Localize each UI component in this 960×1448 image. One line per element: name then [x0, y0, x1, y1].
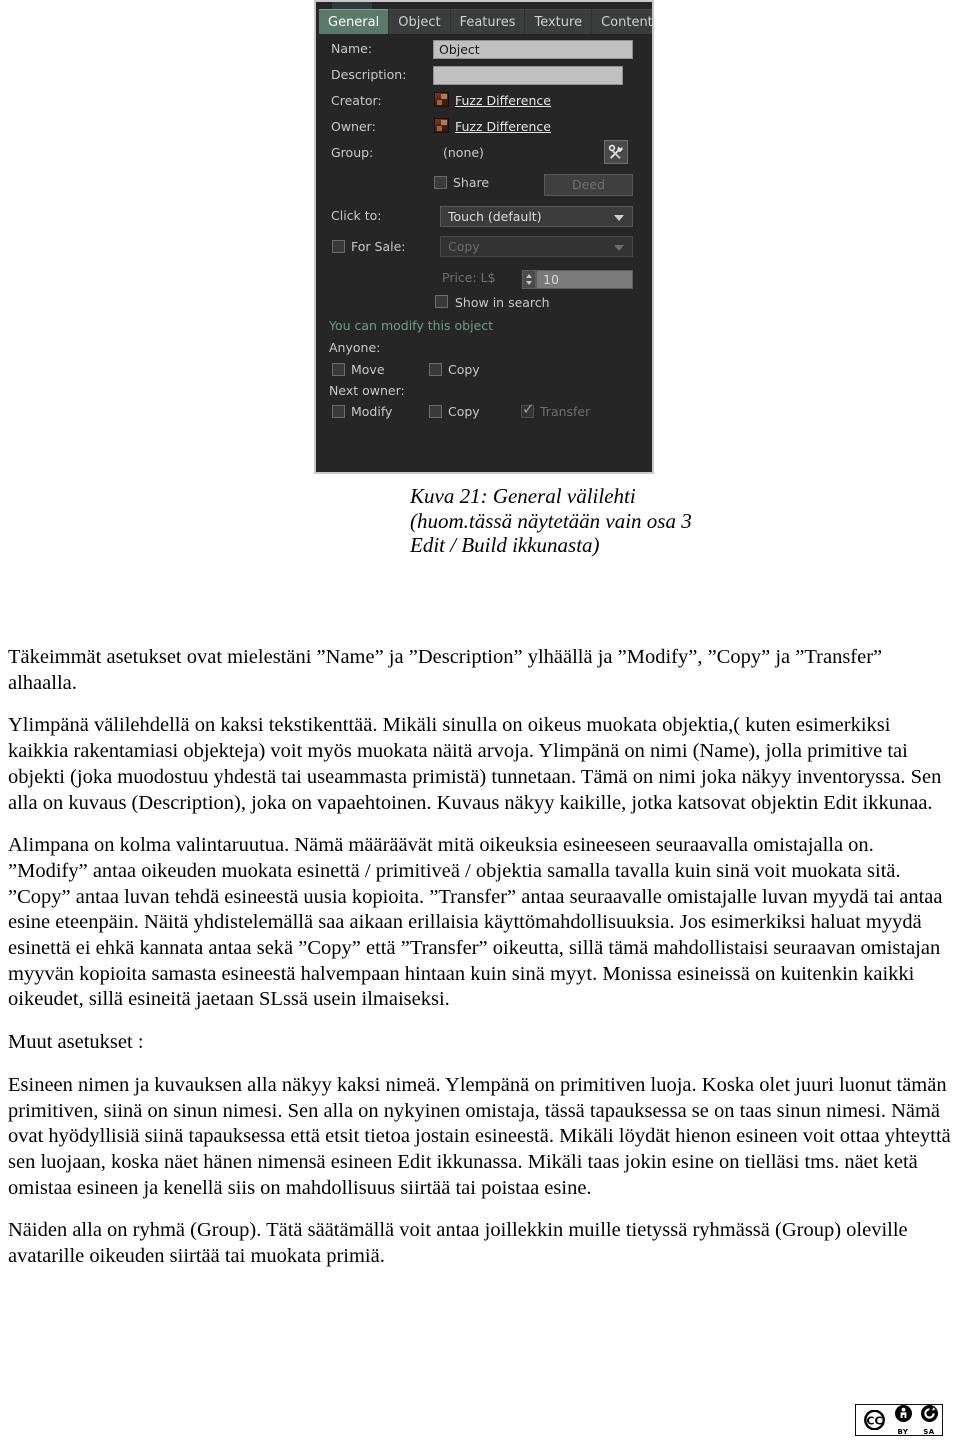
cc-sa-icon-cell: SA	[916, 1405, 942, 1435]
stepper-down-icon	[526, 281, 532, 285]
name-input[interactable]: Object	[433, 40, 633, 59]
show-in-search-label: Show in search	[455, 295, 550, 310]
anyone-copy-checkbox[interactable]	[429, 363, 442, 376]
description-input[interactable]	[433, 66, 623, 85]
anyone-move-label: Move	[351, 362, 385, 377]
tab-strip: General Object Features Texture Content	[319, 9, 652, 34]
next-owner-transfer-label: Transfer	[540, 404, 591, 419]
sa-arrow-icon	[920, 1405, 938, 1422]
anyone-label: Anyone:	[329, 340, 381, 355]
tab-general-label: General	[328, 14, 380, 30]
show-in-search-checkbox[interactable]	[435, 295, 448, 308]
for-sale-label: For Sale:	[351, 239, 406, 254]
share-alike-icon	[920, 1405, 939, 1427]
caption-line-2: (huom.tässä näytetään vain osa 3	[410, 508, 692, 533]
edit-window-panel: General Object Features Texture Content …	[316, 2, 652, 472]
paragraph-2: Ylimpänä välilehdellä on kaksi tekstiken…	[8, 714, 942, 814]
tab-features[interactable]: Features	[450, 9, 525, 34]
paragraph-1: Täkeimmät asetukset ovat mielestäni ”Nam…	[8, 646, 883, 694]
sale-type-dropdown[interactable]: Copy	[440, 236, 633, 257]
caption-line-3: Edit / Build ikkunasta)	[410, 533, 600, 557]
stepper-up-icon	[526, 274, 532, 278]
name-label: Name:	[331, 41, 373, 56]
paragraph-5: Esineen nimen ja kuvauksen alla näkyy ka…	[8, 1073, 951, 1199]
checkmark-icon: ✓	[522, 400, 535, 418]
cc-by-icon-cell: BY	[890, 1405, 916, 1435]
document-body: Täkeimmät asetukset ovat mielestäni ”Nam…	[8, 645, 952, 1270]
creator-name-link[interactable]: Fuzz Difference	[455, 93, 551, 109]
sale-type-value: Copy	[448, 239, 480, 254]
by-person-icon	[894, 1405, 912, 1422]
wrench-icon	[608, 144, 623, 159]
anyone-move-checkbox[interactable]	[332, 363, 345, 376]
click-to-value: Touch (default)	[448, 209, 542, 224]
cc-circle-icon: CC	[864, 1410, 885, 1430]
svg-text:CC: CC	[866, 1415, 882, 1428]
for-sale-checkbox[interactable]	[332, 240, 345, 253]
owner-label: Owner:	[331, 119, 376, 134]
second-life-edit-window-screenshot: General Object Features Texture Content …	[314, 0, 654, 474]
price-stepper-buttons[interactable]	[522, 270, 536, 289]
description-label: Description:	[331, 67, 407, 82]
modify-status-text: You can modify this object	[329, 318, 494, 333]
tab-texture[interactable]: Texture	[525, 9, 592, 34]
owner-name-link[interactable]: Fuzz Difference	[455, 119, 551, 135]
tab-content-label: Content	[601, 14, 652, 30]
cc-by-label: BY	[897, 1428, 909, 1436]
creator-label: Creator:	[331, 93, 382, 108]
next-owner-transfer-checkbox[interactable]: ✓	[521, 400, 535, 418]
click-to-label: Click to:	[331, 208, 382, 223]
next-owner-label: Next owner:	[329, 383, 405, 398]
tab-features-label: Features	[459, 14, 516, 30]
share-checkbox[interactable]	[434, 176, 447, 189]
tab-general[interactable]: General	[319, 9, 389, 34]
click-to-dropdown[interactable]: Touch (default)	[440, 206, 633, 227]
deed-button[interactable]: Deed	[544, 174, 633, 196]
group-settings-button[interactable]	[604, 140, 628, 164]
tab-object-label: Object	[398, 14, 441, 30]
next-owner-modify-label: Modify	[351, 404, 393, 419]
chevron-down-icon	[614, 215, 624, 221]
person-icon	[894, 1405, 913, 1427]
tab-object[interactable]: Object	[389, 9, 450, 34]
cc-sa-label: SA	[923, 1428, 935, 1436]
cc-logo-icon: CC	[859, 1408, 890, 1432]
group-value: (none)	[443, 145, 484, 160]
paragraph-3: Alimpana on kolma valintaruutua. Nämä mä…	[8, 834, 943, 1011]
price-label: Price: L$	[442, 270, 496, 285]
paragraph-6: Näiden alla on ryhmä (Group). Tätä säätä…	[8, 1219, 908, 1268]
tab-texture-label: Texture	[534, 14, 583, 30]
creative-commons-badge: CC BY SA	[855, 1404, 943, 1436]
creator-avatar-icon	[434, 92, 449, 107]
price-input[interactable]: 10	[536, 270, 633, 289]
owner-avatar-icon	[434, 118, 449, 133]
chevron-down-icon	[614, 245, 624, 251]
share-label: Share	[453, 175, 490, 190]
anyone-copy-label: Copy	[448, 362, 480, 377]
group-label: Group:	[331, 145, 374, 160]
paragraph-4: Muut asetukset :	[8, 1031, 144, 1054]
cropped-window-header	[332, 2, 372, 9]
next-owner-copy-label: Copy	[448, 404, 480, 419]
figure-caption: Kuva 21: General välilehti (huom.tässä n…	[410, 484, 860, 558]
next-owner-copy-checkbox[interactable]	[429, 405, 442, 418]
next-owner-modify-checkbox[interactable]	[332, 405, 345, 418]
caption-line-1: Kuva 21: General välilehti	[410, 484, 636, 508]
tab-content[interactable]: Content	[592, 9, 652, 34]
